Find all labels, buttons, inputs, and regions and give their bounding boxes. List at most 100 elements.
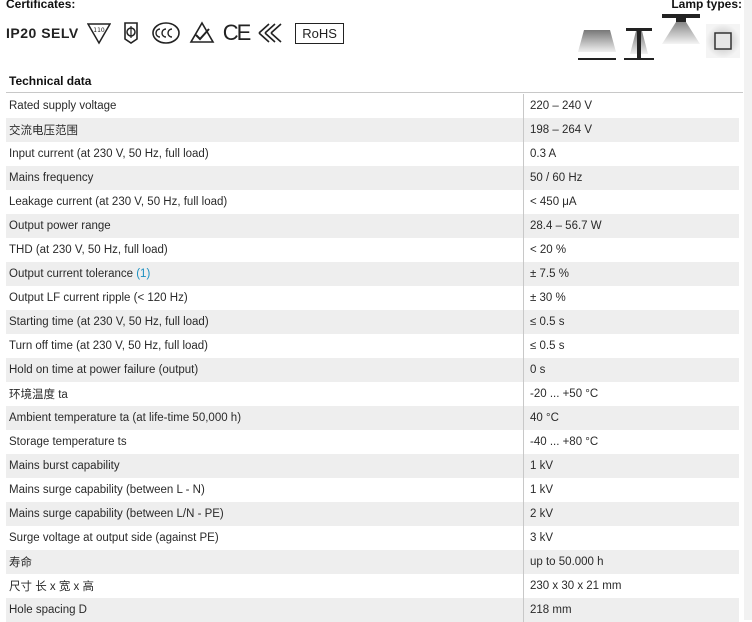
table-row: 交流电压范围 198 – 264 V [6,118,739,142]
row-label: 环境温度 ta [6,382,524,406]
row-label-text: Mains burst capability [9,460,120,472]
row-label-text: Output current tolerance [9,268,134,280]
row-value: -20 ... +50 °C [530,388,599,400]
certificates-title: Certificates: [6,0,76,11]
row-label-text: Turn off time (at 230 V, 50 Hz, full loa… [9,340,209,352]
table-row: Storage temperature ts -40 ... +80 °C [6,430,739,454]
row-label-text: Hold on time at power failure (output) [9,364,199,376]
row-value: ≤ 0.5 s [523,310,739,334]
row-label-text: 交流电压范围 [9,125,78,137]
table-row: Mains surge capability (between L - N) 1 … [6,478,739,502]
row-label-text: THD (at 230 V, 50 Hz, full load) [9,244,168,256]
row-label-text: Ambient temperature ta (at life-time 50,… [9,412,242,424]
row-label: Mains surge capability (between L/N - PE… [6,502,524,526]
ce-mark-icon: CE [222,20,252,45]
row-label-text: Storage temperature ts [9,436,127,448]
row-label: Output power range [6,214,524,238]
row-label-text: Output power range [9,220,111,232]
table-row: Surge voltage at output side (against PE… [6,526,739,550]
row-value: < 450 μA [530,196,577,208]
row-label-text: Input current (at 230 V, 50 Hz, full loa… [9,148,209,160]
table-row: Mains surge capability (between L/N - PE… [6,502,739,526]
row-label: Mains burst capability [6,454,524,478]
ip-rating: IP20 SELV [6,25,79,41]
table-row: Hole spacing D 218 mm [6,598,739,622]
row-value: ≤ 0.5 s [530,340,565,352]
transformer-shield-icon [123,22,138,44]
row-label-text: Mains frequency [9,172,94,184]
footnote-link[interactable]: (1) [136,268,150,280]
table-row: THD (at 230 V, 50 Hz, full load) < 20 % [6,238,739,262]
row-value: -40 ... +80 °C [530,436,599,448]
row-label: Surge voltage at output side (against PE… [6,526,524,550]
table-row: 寿命 up to 50.000 h [6,550,739,574]
square-panel-lamp-icon [706,24,740,58]
row-value: 198 – 264 V [523,118,739,142]
lamp-types-icons [578,14,742,60]
row-label: 寿命 [6,550,524,574]
table-row: Output current tolerance (1) ± 7.5 % [6,262,739,286]
downlight-lamp-icon [578,30,616,60]
table-row: 环境温度 ta -20 ... +50 °C [6,382,739,406]
pendant-lamp-icon [624,28,654,60]
table-row: Output LF current ripple (< 120 Hz) ± 30 … [6,286,739,310]
row-label-text: 尺寸 长 x 宽 x 高 [9,581,94,593]
table-row: Ambient temperature ta (at life-time 50,… [6,406,739,430]
row-label: Leakage current (at 230 V, 50 Hz, full l… [6,190,524,214]
eac-arrow-icon [258,23,282,43]
selv-label: SELV [41,25,79,41]
rohs-mark: RoHS [295,22,344,44]
row-label-text: Hole spacing D [9,604,87,616]
row-label: Rated supply voltage [6,94,524,118]
row-label-text: Leakage current (at 230 V, 50 Hz, full l… [9,196,228,208]
row-label: Hole spacing D [6,598,524,622]
table-row: Output power range 28.4 – 56.7 W [6,214,739,238]
row-value: 218 mm [523,598,739,622]
row-label: Storage temperature ts [6,430,524,454]
table-row: Hold on time at power failure (output) 0 … [6,358,739,382]
row-value: 230 x 30 x 21 mm [530,580,622,592]
table-row: Input current (at 230 V, 50 Hz, full loa… [6,142,739,166]
row-label-text: Starting time (at 230 V, 50 Hz, full loa… [9,316,209,328]
row-value: 220 – 240 V [530,100,593,112]
rcm-check-icon [189,21,215,43]
table-row: Rated supply voltage 220 – 240 V [6,94,739,118]
lamp-types-title: Lamp types: [671,0,742,11]
technical-data-body: Rated supply voltage 220 – 240 V 交流电压范围 198… [6,94,739,622]
row-value: 0.3 A [530,148,557,160]
row-label: Turn off time (at 230 V, 50 Hz, full loa… [6,334,524,358]
row-label-text: 环境温度 ta [9,389,68,401]
row-value: up to 50.000 h [523,550,739,574]
row-label-text: Rated supply voltage [9,100,117,112]
row-label: Hold on time at power failure (output) [6,358,524,382]
ccc-mark-icon [151,22,180,44]
row-label-text: Mains surge capability (between L/N - PE… [9,508,224,520]
row-label-text: Mains surge capability (between L - N) [9,484,205,496]
row-value: 1 kV [523,454,739,478]
table-row: 尺寸 长 x 宽 x 高 230 x 30 x 21 mm [6,574,739,598]
technical-data-title: Technical data [6,70,743,93]
row-value: 1 kV [530,484,554,496]
row-label: Output LF current ripple (< 120 Hz) [6,286,524,310]
row-label-text: Output LF current ripple (< 120 Hz) [9,292,188,304]
row-label: Output current tolerance (1) [6,262,524,286]
row-value: ± 7.5 % [523,262,739,286]
row-label-text: Surge voltage at output side (against PE… [9,532,219,544]
row-label: Mains frequency [6,166,524,190]
row-value: 28.4 – 56.7 W [523,214,739,238]
table-row: Leakage current (at 230 V, 50 Hz, full l… [6,190,739,214]
row-label: Mains surge capability (between L - N) [6,478,524,502]
row-value: ± 30 % [530,292,566,304]
technical-data-table: Rated supply voltage 220 – 240 V 交流电压范围 198… [6,94,739,622]
row-label: THD (at 230 V, 50 Hz, full load) [6,238,524,262]
row-label: Input current (at 230 V, 50 Hz, full loa… [6,142,524,166]
table-row: Mains frequency 50 / 60 Hz [6,166,739,190]
table-row: Starting time (at 230 V, 50 Hz, full loa… [6,310,739,334]
row-label: 尺寸 长 x 宽 x 高 [6,574,524,598]
vertical-scrollbar[interactable] [744,0,752,620]
table-row: Turn off time (at 230 V, 50 Hz, full loa… [6,334,739,358]
row-value: < 20 % [530,244,567,256]
row-value: 2 kV [523,502,739,526]
ceiling-spot-lamp-icon [662,14,700,44]
row-label: 交流电压范围 [6,118,524,142]
